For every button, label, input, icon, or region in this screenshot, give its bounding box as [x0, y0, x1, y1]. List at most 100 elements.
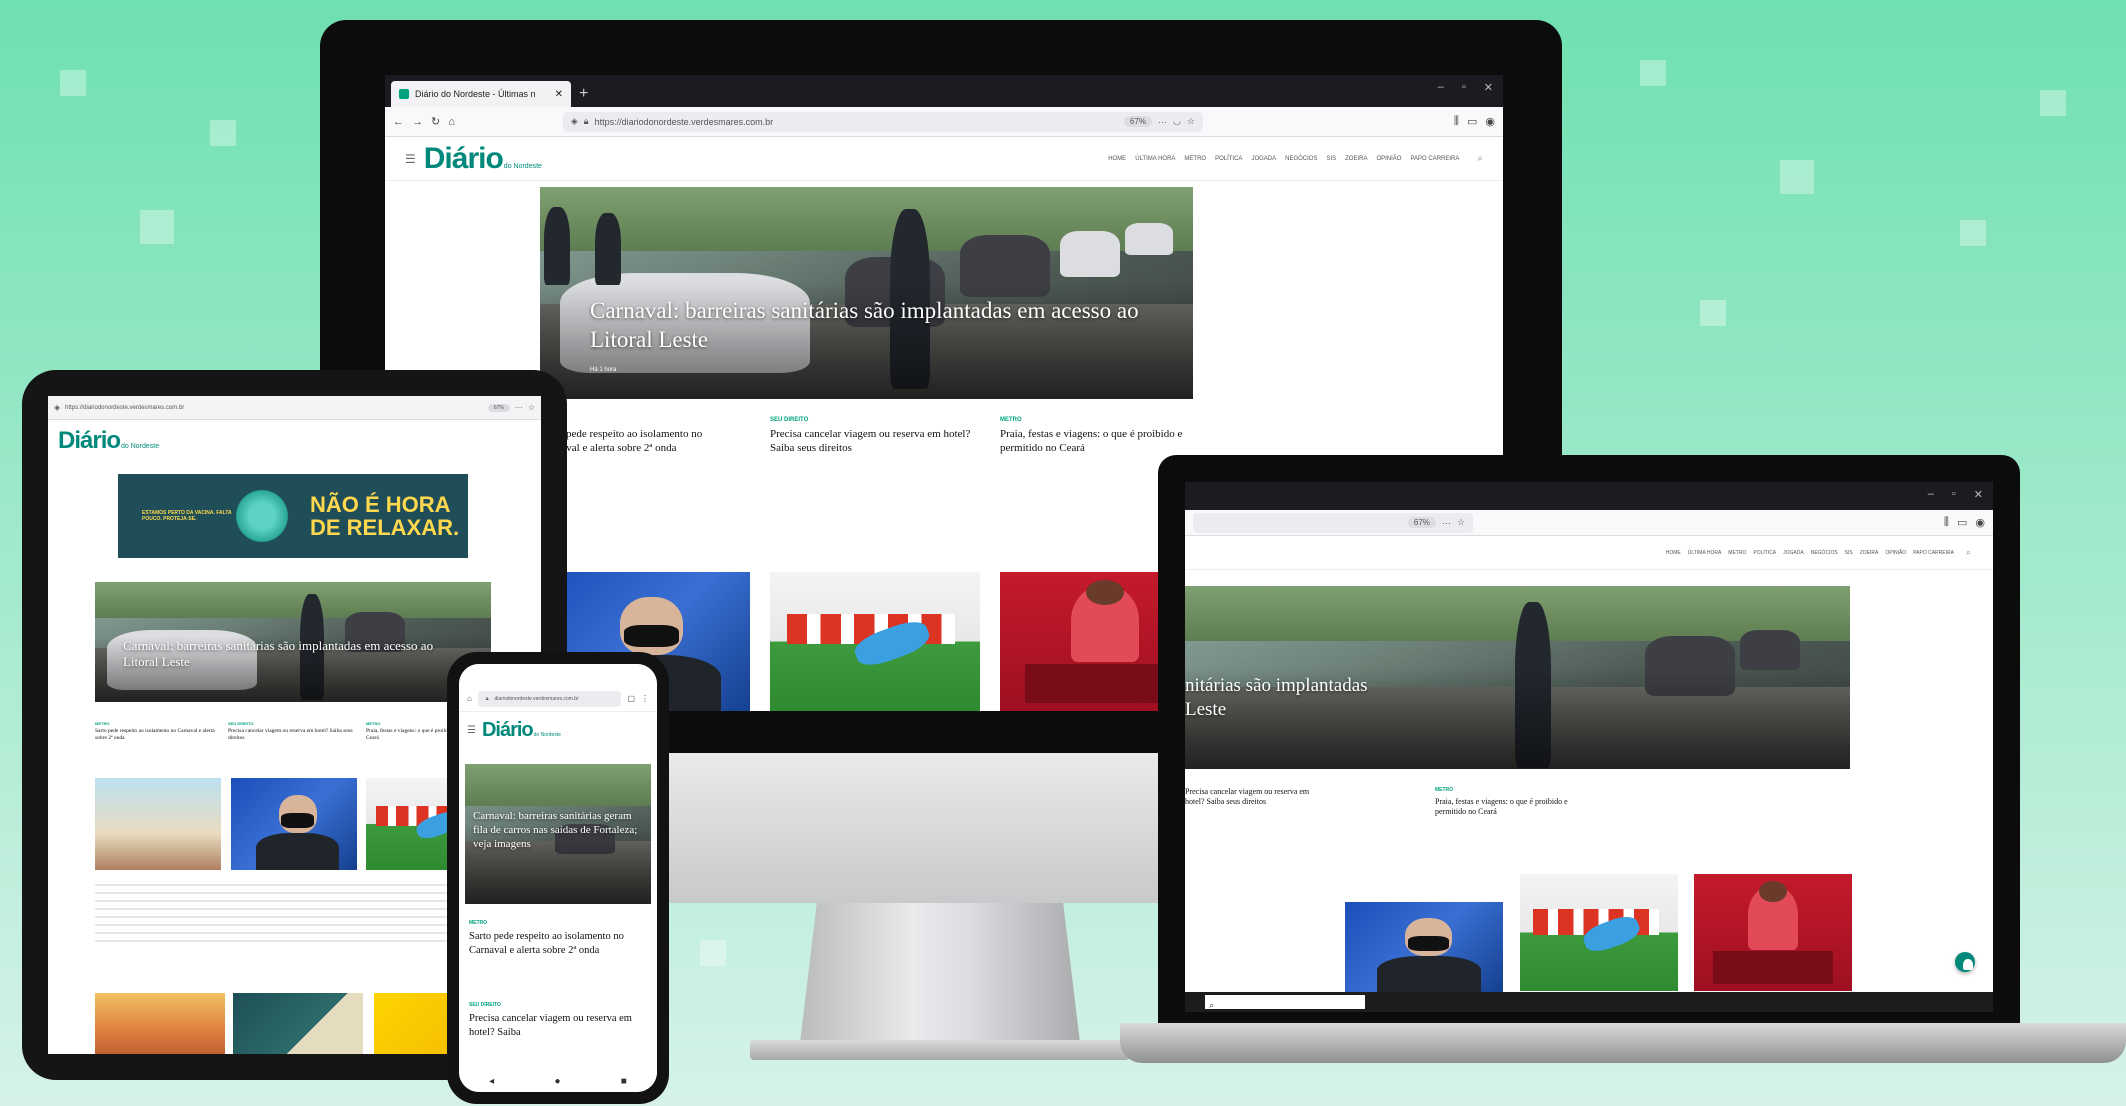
- story-card-1[interactable]: METRO Sarto pede respeito ao isolamento …: [95, 721, 220, 742]
- hero-article[interactable]: Carnaval: barreiras sanitárias são impla…: [95, 582, 491, 702]
- back-icon[interactable]: ←: [393, 116, 404, 128]
- chat-bubble-icon[interactable]: [1955, 952, 1975, 972]
- story-headline[interactable]: Precisa cancelar viagem ou reserva em ho…: [770, 427, 980, 456]
- nav-item[interactable]: PAPO CARREIRA: [1913, 550, 1954, 556]
- nav-item[interactable]: PAPO CARREIRA: [1410, 156, 1459, 162]
- article-thumbnail[interactable]: [95, 778, 221, 870]
- zoom-level[interactable]: 67%: [488, 404, 510, 412]
- search-icon[interactable]: ⌕: [1966, 547, 1971, 558]
- sidebar-icon[interactable]: ▭: [1467, 115, 1477, 128]
- nav-item[interactable]: ZOEIRA: [1345, 156, 1367, 162]
- advertisement-banner[interactable]: ESTAMOS PERTO DA VACINA. FALTA POUCO. PR…: [118, 474, 468, 558]
- new-tab-button[interactable]: +: [579, 85, 588, 103]
- article-thumbnail[interactable]: [1694, 874, 1852, 991]
- nav-item[interactable]: SIS: [1326, 156, 1336, 162]
- story-card-2[interactable]: SEU DIREITO Precisa cancelar viagem ou r…: [469, 1002, 647, 1039]
- url-bar[interactable]: 🔒︎ diariodonordeste.verdesmares.com.br: [478, 691, 622, 707]
- home-icon[interactable]: ⌂: [467, 694, 472, 703]
- home-icon[interactable]: ⌂: [448, 116, 455, 128]
- nav-item[interactable]: JOGADA: [1783, 550, 1804, 556]
- more-icon[interactable]: ···: [1442, 518, 1451, 528]
- pocket-icon[interactable]: ◡: [1173, 116, 1181, 127]
- nav-item[interactable]: POLÍTICA: [1753, 550, 1776, 556]
- minimize-icon[interactable]: –: [1438, 81, 1444, 94]
- zoom-level[interactable]: 67%: [1408, 517, 1436, 528]
- story-headline[interactable]: Precisa cancelar viagem ou reserva em ho…: [1185, 787, 1325, 808]
- story-card-3[interactable]: METRO Praia, festas e viagens: o que é p…: [1435, 787, 1585, 818]
- story-card-2[interactable]: SEU DIREITO Precisa cancelar viagem ou r…: [770, 417, 980, 456]
- bookmark-star-icon[interactable]: ☆: [528, 403, 535, 412]
- more-icon[interactable]: ···: [1158, 117, 1167, 127]
- taskbar-search[interactable]: ⌕: [1205, 995, 1365, 1009]
- more-icon[interactable]: ⋮: [641, 694, 649, 703]
- nav-item[interactable]: METRO: [1184, 156, 1206, 162]
- url-bar[interactable]: ◈ 🔒︎ https://diariodonordeste.verdesmare…: [563, 112, 1203, 132]
- article-thumbnail[interactable]: [95, 993, 225, 1054]
- bookmark-star-icon[interactable]: ☆: [1187, 116, 1195, 127]
- home-button-icon[interactable]: ●: [554, 1076, 560, 1087]
- article-thumbnail[interactable]: [231, 778, 357, 870]
- recents-icon[interactable]: ■: [621, 1076, 627, 1087]
- library-icon[interactable]: ⫼: [1944, 516, 1949, 529]
- bookmark-star-icon[interactable]: ☆: [1457, 517, 1465, 528]
- nav-item[interactable]: OPINIÃO: [1376, 156, 1401, 162]
- article-thumbnail[interactable]: [233, 993, 363, 1054]
- nav-item[interactable]: HOME: [1108, 156, 1126, 162]
- nav-item[interactable]: POLÍTICA: [1215, 156, 1242, 162]
- story-card-1[interactable]: METRO Sarto pede respeito ao isolamento …: [469, 920, 647, 957]
- story-headline[interactable]: Praia, festas e viagens: o que é proibid…: [1000, 427, 1200, 456]
- library-icon[interactable]: ⫼: [1454, 115, 1459, 128]
- article-thumbnail[interactable]: [1520, 874, 1678, 991]
- navigation-toolbar: ◈ https://diariodonordeste.verdesmares.c…: [48, 396, 541, 420]
- story-card-1[interactable]: METRO Sarto pede respeito ao isolamento …: [540, 417, 740, 456]
- url-text[interactable]: https://diariodonordeste.verdesmares.com…: [65, 405, 184, 411]
- story-card-3[interactable]: METRO Praia, festas e viagens: o que é p…: [1000, 417, 1200, 456]
- article-thumbnail[interactable]: [770, 572, 980, 711]
- hero-title[interactable]: Carnaval: barreiras sanitárias são impla…: [590, 297, 1150, 355]
- hero-title[interactable]: Carnaval: barreiras sanitárias são impla…: [123, 638, 453, 671]
- more-icon[interactable]: ···: [515, 403, 523, 412]
- story-card-2[interactable]: SEU DIREITO Precisa cancelar viagem ou r…: [228, 721, 353, 742]
- sidebar-icon[interactable]: ▭: [1957, 516, 1967, 529]
- zoom-level[interactable]: 67%: [1124, 116, 1152, 127]
- hero-title[interactable]: nitárias são implantadasLeste: [1185, 674, 1368, 722]
- maximize-icon[interactable]: ▫: [1462, 81, 1466, 94]
- hero-title[interactable]: Carnaval: barreiras sanitárias geram fil…: [473, 810, 643, 851]
- search-icon[interactable]: ⌕: [1477, 153, 1483, 164]
- forward-icon[interactable]: →: [412, 116, 423, 128]
- hero-article[interactable]: Carnaval: barreiras sanitárias geram fil…: [465, 764, 651, 904]
- close-window-icon[interactable]: ✕: [1974, 488, 1983, 501]
- nav-item[interactable]: HOME: [1666, 550, 1681, 556]
- nav-item[interactable]: NEGÓCIOS: [1285, 156, 1317, 162]
- story-headline[interactable]: Praia, festas e viagens: o que é proibid…: [1435, 797, 1585, 818]
- nav-item[interactable]: ÚLTIMA HORA: [1135, 156, 1175, 162]
- maximize-icon[interactable]: ▫: [1952, 488, 1956, 501]
- tabs-icon[interactable]: ▢: [627, 694, 635, 703]
- reload-icon[interactable]: ↻: [431, 115, 440, 128]
- account-icon[interactable]: ◉: [1975, 516, 1985, 529]
- minimize-icon[interactable]: –: [1928, 488, 1934, 501]
- hamburger-menu-icon[interactable]: ☰: [467, 725, 476, 736]
- url-bar[interactable]: 67% ··· ☆: [1193, 513, 1473, 533]
- nav-item[interactable]: ÚLTIMA HORA: [1688, 550, 1722, 556]
- hero-article[interactable]: nitárias são implantadasLeste: [1185, 586, 1850, 769]
- back-icon[interactable]: ◂: [489, 1076, 494, 1087]
- site-logo[interactable]: Diáriodo Nordeste: [58, 427, 159, 455]
- hamburger-menu-icon[interactable]: ☰: [405, 152, 416, 166]
- nav-item[interactable]: METRO: [1728, 550, 1746, 556]
- nav-item[interactable]: SIS: [1845, 550, 1853, 556]
- story-card-2[interactable]: Precisa cancelar viagem ou reserva em ho…: [1185, 787, 1325, 808]
- story-headline[interactable]: Sarto pede respeito ao isolamento no Car…: [540, 427, 740, 456]
- nav-item[interactable]: ZOEIRA: [1860, 550, 1879, 556]
- article-thumbnail[interactable]: [1345, 902, 1503, 992]
- nav-item[interactable]: OPINIÃO: [1885, 550, 1906, 556]
- nav-item[interactable]: JOGADA: [1251, 156, 1276, 162]
- nav-item[interactable]: NEGÓCIOS: [1811, 550, 1838, 556]
- site-logo[interactable]: Diáriodo Nordeste: [424, 142, 542, 176]
- hero-article[interactable]: Carnaval: barreiras sanitárias são impla…: [540, 187, 1193, 399]
- account-icon[interactable]: ◉: [1485, 115, 1495, 128]
- close-tab-icon[interactable]: ✕: [555, 89, 563, 100]
- site-logo[interactable]: Diáriodo Nordeste: [482, 719, 561, 742]
- close-window-icon[interactable]: ✕: [1484, 81, 1493, 94]
- browser-tab[interactable]: Diário do Nordeste - Últimas n ✕: [391, 81, 571, 107]
